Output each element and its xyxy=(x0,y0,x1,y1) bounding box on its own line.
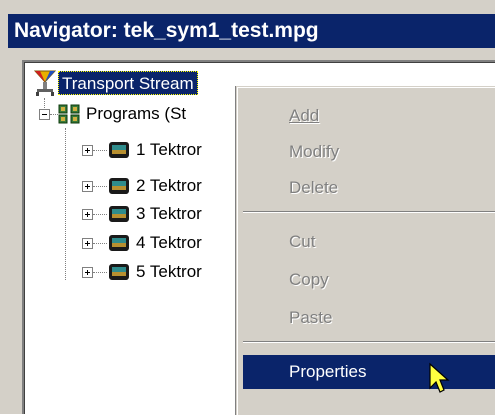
programs-group-icon xyxy=(58,104,80,124)
menu-item-label: Modify xyxy=(289,142,340,161)
mouse-pointer-icon xyxy=(429,362,450,393)
program-tv-icon xyxy=(109,206,129,222)
program-tv-icon xyxy=(109,178,129,194)
tree-connector xyxy=(93,214,107,215)
menu-item-label: Properties xyxy=(289,362,367,381)
menu-item-label: Paste xyxy=(289,308,333,327)
expand-toggle[interactable] xyxy=(82,181,93,192)
menu-separator xyxy=(243,341,495,343)
menu-item-copy[interactable]: Copy xyxy=(243,263,495,297)
expand-toggle[interactable] xyxy=(82,145,93,156)
tree-connector xyxy=(65,128,66,280)
collapse-programs-toggle[interactable] xyxy=(39,109,50,120)
program-label: 3 Tektror xyxy=(136,204,202,223)
menu-item-modify[interactable]: Modify xyxy=(243,135,495,169)
tree-item-programs[interactable]: Programs (St xyxy=(86,103,186,125)
menu-item-label: Add xyxy=(289,106,320,125)
tree-connector xyxy=(44,98,45,108)
menu-item-add[interactable]: Add xyxy=(243,99,495,133)
tree-connector xyxy=(93,150,107,151)
context-menu: Add Modify Delete Cut Copy Paste Propert… xyxy=(236,86,495,415)
menu-separator xyxy=(243,211,495,213)
program-tv-icon xyxy=(109,142,129,158)
expand-toggle[interactable] xyxy=(82,209,93,220)
tree-connector xyxy=(93,272,107,273)
tree-connector xyxy=(93,243,107,244)
menu-item-paste[interactable]: Paste xyxy=(243,301,495,335)
tree-item-transport-stream[interactable]: Transport Stream xyxy=(58,71,198,95)
program-tv-icon xyxy=(109,264,129,280)
window-title: Navigator: tek_sym1_test.mpg xyxy=(8,14,495,48)
menu-item-label: Cut xyxy=(289,232,316,251)
tree-connector xyxy=(50,114,58,115)
menu-item-label: Delete xyxy=(289,178,339,197)
menu-item-cut[interactable]: Cut xyxy=(243,225,495,259)
navigator-window: Navigator: tek_sym1_test.mpg Transport S… xyxy=(0,0,495,415)
transport-stream-icon xyxy=(34,70,56,96)
program-tv-icon xyxy=(109,235,129,251)
menu-item-delete[interactable]: Delete xyxy=(243,171,495,205)
expand-toggle[interactable] xyxy=(82,267,93,278)
expand-toggle[interactable] xyxy=(82,238,93,249)
program-label: 5 Tektror xyxy=(136,262,202,281)
tree-connector xyxy=(93,186,107,187)
menu-item-properties[interactable]: Properties xyxy=(243,355,495,389)
program-label: 1 Tektror xyxy=(136,140,202,159)
program-label: 2 Tektror xyxy=(136,176,202,195)
menu-item-label: Copy xyxy=(289,270,329,289)
program-label: 4 Tektror xyxy=(136,233,202,252)
